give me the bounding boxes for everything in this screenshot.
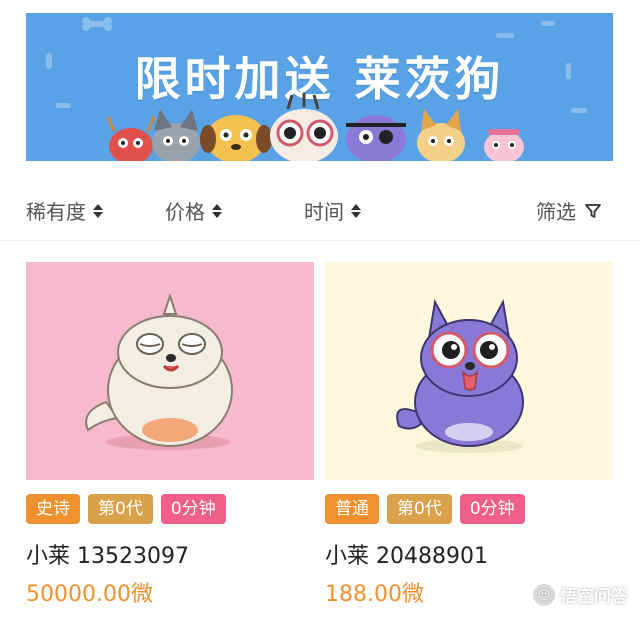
sort-time-label: 时间 (304, 200, 344, 224)
dog-image[interactable] (26, 262, 314, 480)
sort-price[interactable]: 价格 (165, 196, 223, 225)
sort-rarity-label: 稀有度 (26, 200, 86, 224)
filter-button[interactable]: 筛选 (536, 196, 602, 225)
rarity-tag: 普通 (325, 494, 379, 524)
dog-price: 50000.00微 (26, 582, 153, 607)
sort-time[interactable]: 时间 (304, 196, 362, 225)
white-dog-illustration (85, 292, 233, 450)
generation-tag: 第0代 (387, 494, 452, 524)
dog-name: 小莱 13523097 (26, 544, 189, 569)
cooldown-tag: 0分钟 (459, 494, 525, 524)
sort-arrows-icon (211, 202, 223, 220)
dog-tags: 史诗 第0代 0分钟 (26, 494, 226, 524)
filter-funnel-icon (585, 203, 601, 218)
dog-card[interactable]: 史诗 第0代 0分钟 小莱 13523097 50000.00微 (26, 262, 314, 607)
rarity-tag: 史诗 (26, 494, 80, 524)
filter-label: 筛选 (536, 200, 576, 224)
dog-price: 188.00微 (325, 582, 424, 607)
sort-rarity[interactable]: 稀有度 (26, 196, 104, 225)
dog-card[interactable]: 普通 第0代 0分钟 小莱 20488901 188.00微 (325, 262, 613, 607)
cartoon-dogs-illustration (106, 93, 524, 161)
sort-arrows-icon (92, 202, 104, 220)
watermark-text: 悟空问答 (560, 587, 628, 607)
sort-arrows-icon (350, 202, 362, 220)
cooldown-tag: 0分钟 (160, 494, 226, 524)
watermark: ☺ 悟空问答 (532, 582, 628, 607)
sort-filter-bar: 稀有度 价格 时间 筛选 (0, 178, 640, 241)
purple-dog-illustration (396, 298, 524, 453)
generation-tag: 第0代 (88, 494, 153, 524)
dog-name: 小莱 20488901 (325, 544, 488, 569)
sort-price-label: 价格 (165, 200, 205, 224)
wukong-logo-icon: ☺ (532, 582, 556, 607)
dog-image[interactable] (325, 262, 613, 480)
promo-banner[interactable]: 限时加送 莱茨狗 (26, 13, 613, 161)
dog-tags: 普通 第0代 0分钟 (325, 494, 525, 524)
